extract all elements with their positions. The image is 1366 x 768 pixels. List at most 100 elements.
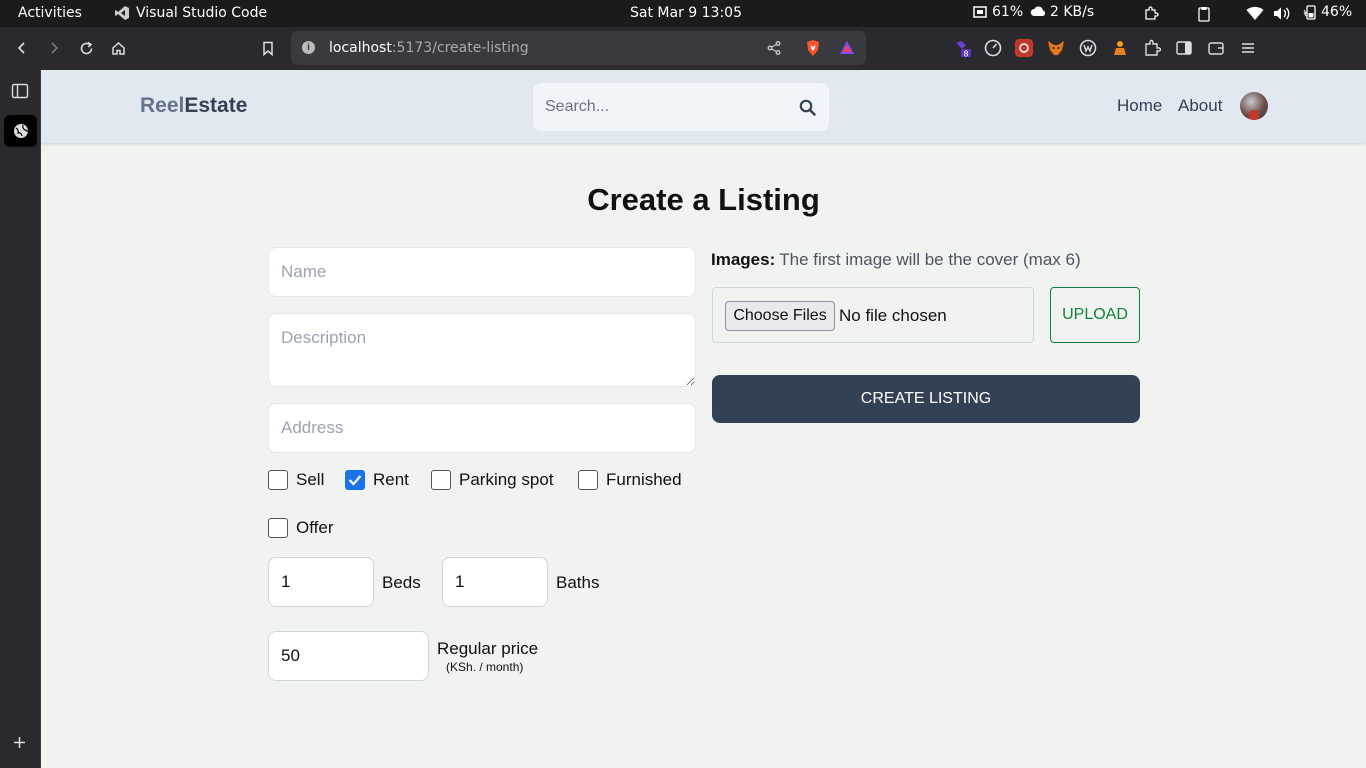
address-input[interactable] [268, 403, 696, 453]
extension-button-3[interactable] [1015, 39, 1033, 57]
no-file-text: No file chosen [839, 306, 947, 325]
checkbox-box[interactable] [345, 470, 365, 490]
extension-puzzle-icon [1145, 39, 1162, 56]
furnished-checkbox[interactable]: Furnished [578, 470, 682, 490]
description-textarea[interactable] [268, 313, 696, 387]
site-info-icon[interactable]: i [302, 41, 315, 54]
wallet-icon [1208, 42, 1224, 55]
extension-button-4[interactable] [1047, 39, 1065, 57]
extension-button-1[interactable]: 8 [953, 39, 971, 59]
extension-puzzle-icon[interactable] [1143, 6, 1159, 22]
browser-toolbar: i localhost:5173/create-listing 8 [0, 27, 1366, 70]
address-bar[interactable]: i localhost:5173/create-listing [291, 31, 866, 65]
extension-button-5[interactable] [1079, 39, 1097, 57]
checkbox-box[interactable] [431, 470, 451, 490]
baths-input[interactable] [442, 557, 548, 607]
regular-price-input[interactable] [268, 631, 429, 681]
offer-checkbox[interactable]: Offer [268, 518, 333, 538]
system-top-bar: Activities Visual Studio Code Sat Mar 9 … [0, 0, 1366, 27]
volume-icon[interactable] [1273, 6, 1291, 21]
checkbox-label: Sell [296, 470, 325, 489]
baths-label: Baths [556, 573, 600, 592]
rent-checkbox[interactable]: Rent [345, 470, 409, 490]
share-icon[interactable] [767, 41, 781, 55]
site-logo[interactable]: ReelEstate [140, 94, 247, 118]
page-title: Create a Listing [587, 182, 820, 217]
extension-badge: 8 [963, 50, 968, 58]
create-listing-button[interactable]: CREATE LISTING [712, 375, 1140, 423]
bookmark-button[interactable] [257, 37, 279, 59]
extension-icon [1019, 43, 1029, 53]
beds-input[interactable] [268, 557, 374, 607]
checkbox-label: Offer [296, 518, 334, 537]
wallet-button[interactable] [1207, 39, 1225, 57]
cpu-icon [973, 6, 987, 18]
extension-icon: 8 [956, 41, 971, 59]
site-header: ReelEstate Home About [41, 70, 1366, 143]
wappalyzer-icon [1079, 39, 1097, 57]
checkbox-box[interactable] [578, 470, 598, 490]
sidebar-panel-icon[interactable] [11, 83, 29, 99]
checkbox-box[interactable] [268, 518, 288, 538]
battery-indicator[interactable]: 46% [1303, 4, 1352, 20]
search-icon[interactable] [799, 99, 816, 116]
cpu-indicator[interactable]: 61% [972, 4, 1023, 20]
vscode-icon [115, 6, 129, 20]
forward-button[interactable] [43, 37, 65, 59]
file-input: Choose Files No file chosen [712, 287, 1034, 343]
extension-icon [1114, 41, 1126, 55]
extension-button-2[interactable] [984, 39, 1002, 57]
search-box [533, 83, 829, 131]
avatar[interactable] [1240, 92, 1268, 120]
sidebar-tab-active[interactable] [4, 115, 37, 147]
globe-icon [14, 124, 29, 138]
home-button[interactable] [107, 37, 129, 59]
choose-files-button[interactable]: Choose Files [725, 301, 835, 331]
app-menu[interactable]: Visual Studio Code [114, 5, 267, 21]
nav-about-link[interactable]: About [1178, 96, 1222, 116]
extension-button-6[interactable] [1111, 39, 1129, 57]
nav-home-link[interactable]: Home [1117, 96, 1162, 116]
reload-icon [80, 41, 92, 54]
app-name: Visual Studio Code [136, 5, 268, 21]
battery-icon [1303, 5, 1316, 20]
checkbox-label: Rent [373, 470, 409, 489]
sidebar-icon [1176, 41, 1192, 55]
chevron-right-icon [51, 42, 59, 54]
hamburger-menu-icon [1242, 43, 1254, 53]
price-unit-label: (KSh. / month) [446, 660, 524, 674]
plus-icon[interactable] [13, 736, 26, 749]
back-button[interactable] [11, 37, 33, 59]
network-indicator[interactable]: 2 KB/s [1030, 4, 1094, 20]
clipboard-icon[interactable] [1197, 6, 1211, 22]
upload-button[interactable]: UPLOAD [1050, 287, 1140, 343]
images-label: Images: The first image will be the cover… [711, 250, 1081, 269]
brave-shields-icon[interactable] [805, 39, 821, 57]
beds-label: Beds [382, 573, 421, 592]
chevron-left-icon [17, 42, 25, 54]
search-input[interactable] [545, 95, 785, 119]
parking-spot-checkbox[interactable]: Parking spot [431, 470, 554, 490]
brave-rewards-icon[interactable] [839, 40, 855, 56]
checkmark-icon [348, 475, 362, 486]
name-input[interactable] [268, 247, 696, 297]
gauge-icon [984, 39, 1002, 57]
regular-price-label: Regular price [437, 639, 539, 658]
clock[interactable]: Sat Mar 9 13:05 [630, 5, 742, 21]
metamask-fox-icon [1048, 41, 1064, 55]
main-menu-button[interactable] [1239, 39, 1257, 57]
extensions-menu-button[interactable] [1143, 39, 1162, 57]
wifi-icon[interactable] [1246, 6, 1264, 21]
activities-button[interactable]: Activities [18, 5, 82, 21]
battery-value: 46% [1321, 4, 1353, 20]
checkbox-label: Furnished [606, 470, 682, 489]
url-text[interactable]: localhost:5173/create-listing [329, 40, 529, 56]
web-page: ReelEstate Home About Create a Listing S… [41, 70, 1366, 768]
sidebar-toggle-button[interactable] [1175, 39, 1193, 57]
sell-checkbox[interactable]: Sell [268, 470, 324, 490]
checkbox-label: Parking spot [459, 470, 554, 489]
reload-button[interactable] [75, 37, 97, 59]
checkbox-box[interactable] [268, 470, 288, 490]
cloud-download-icon [1030, 6, 1046, 17]
images-hint: The first image will be the cover (max 6… [779, 250, 1081, 269]
